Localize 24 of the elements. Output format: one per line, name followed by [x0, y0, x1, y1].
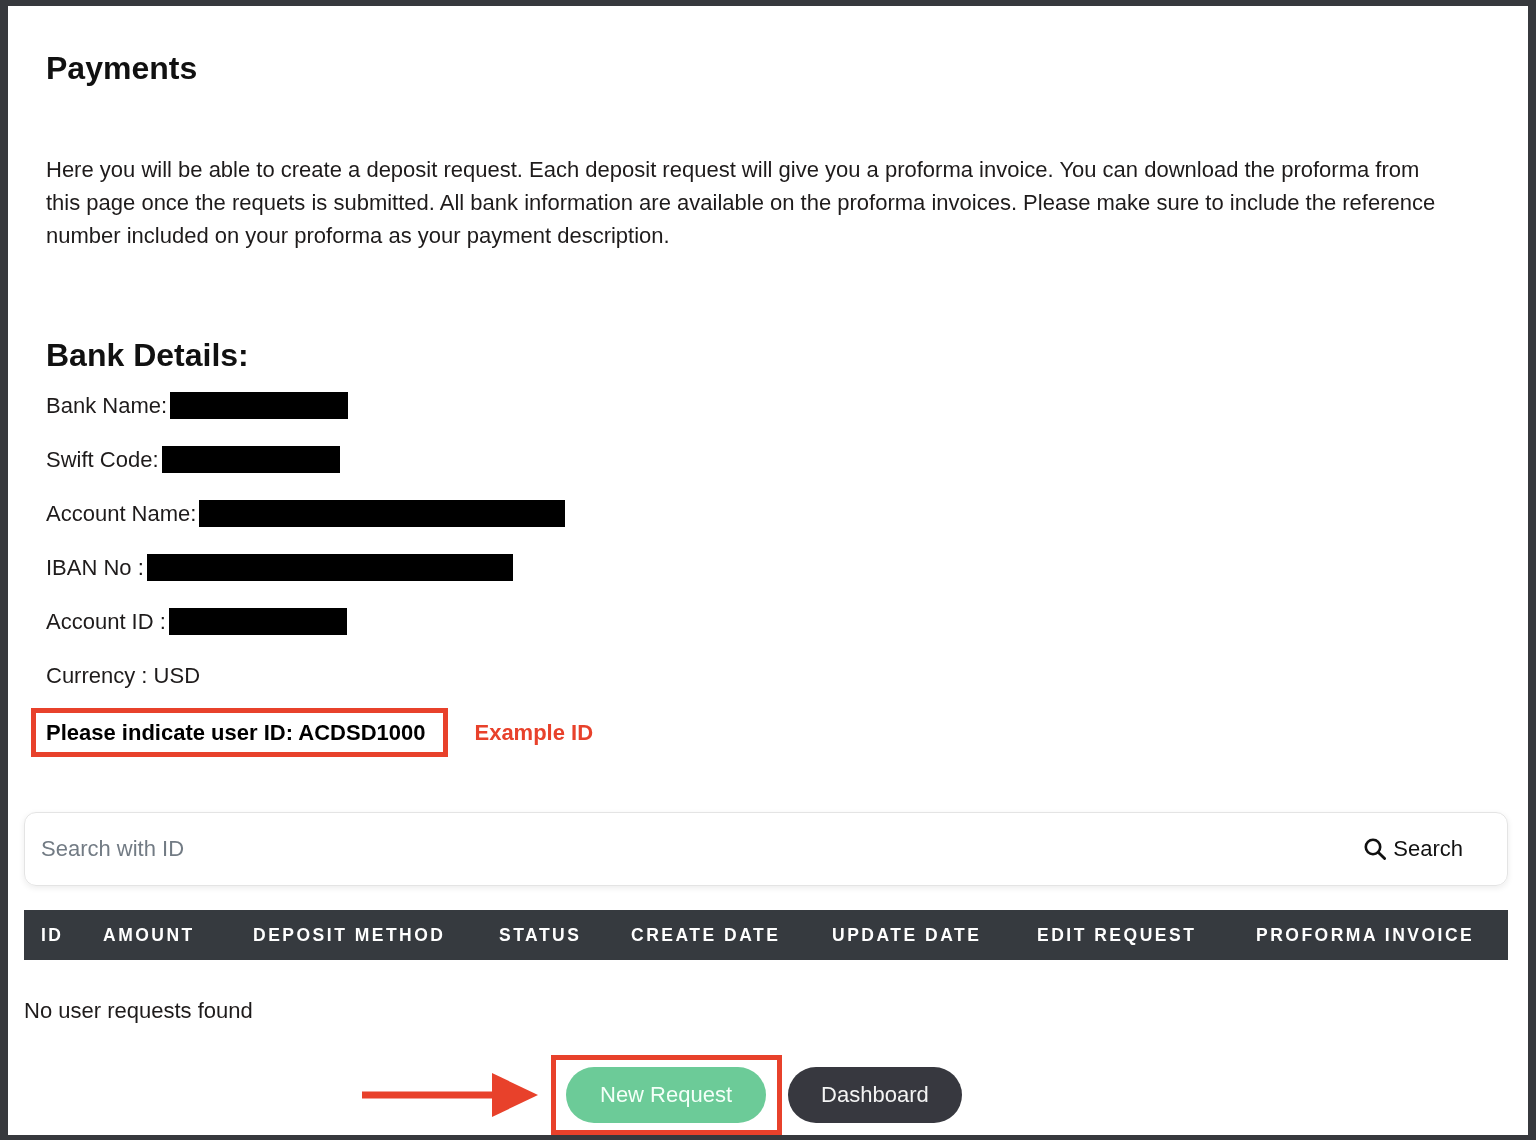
detail-label: Currency : USD	[46, 661, 201, 689]
column-header: DEPOSIT METHOD	[252, 924, 446, 946]
detail-label: Swift Code:	[46, 445, 159, 473]
column-header: EDIT REQUEST	[1036, 924, 1197, 946]
column-header: STATUS	[498, 924, 582, 946]
detail-label: Account Name:	[46, 499, 197, 527]
column-header: UPDATE DATE	[831, 924, 982, 946]
annotation-label: Example ID	[474, 719, 594, 746]
detail-label: Bank Name:	[46, 391, 168, 419]
search-icon	[1364, 838, 1387, 860]
detail-label: IBAN No :	[46, 553, 144, 581]
column-header: ID	[40, 924, 64, 946]
page-title: Payments	[46, 49, 199, 87]
search-button[interactable]: Search	[1364, 836, 1463, 862]
section-heading: Bank Details:	[46, 336, 250, 374]
detail-label: Account ID :	[46, 607, 166, 635]
intro-paragraph: Here you will be able to create a deposit request. Each deposit request will give you a proforma invoice. You can download the proforma from this page once the requets is submitted. All bank information are available on the proforma invoices. Please make sure to include the reference number included on your proforma as your payment description.	[46, 156, 1437, 250]
dashboard-button[interactable]: Dashboard	[788, 1067, 962, 1123]
column-header: PROFORMA INVOICE	[1255, 924, 1475, 946]
empty-message: No user requests found	[24, 997, 254, 1024]
column-header: CREATE DATE	[630, 924, 781, 946]
search-field[interactable]: Search with ID Search	[24, 812, 1508, 886]
notice-text: Please indicate user ID: ACDSD1000	[46, 719, 426, 746]
column-header: AMOUNT	[102, 924, 195, 946]
